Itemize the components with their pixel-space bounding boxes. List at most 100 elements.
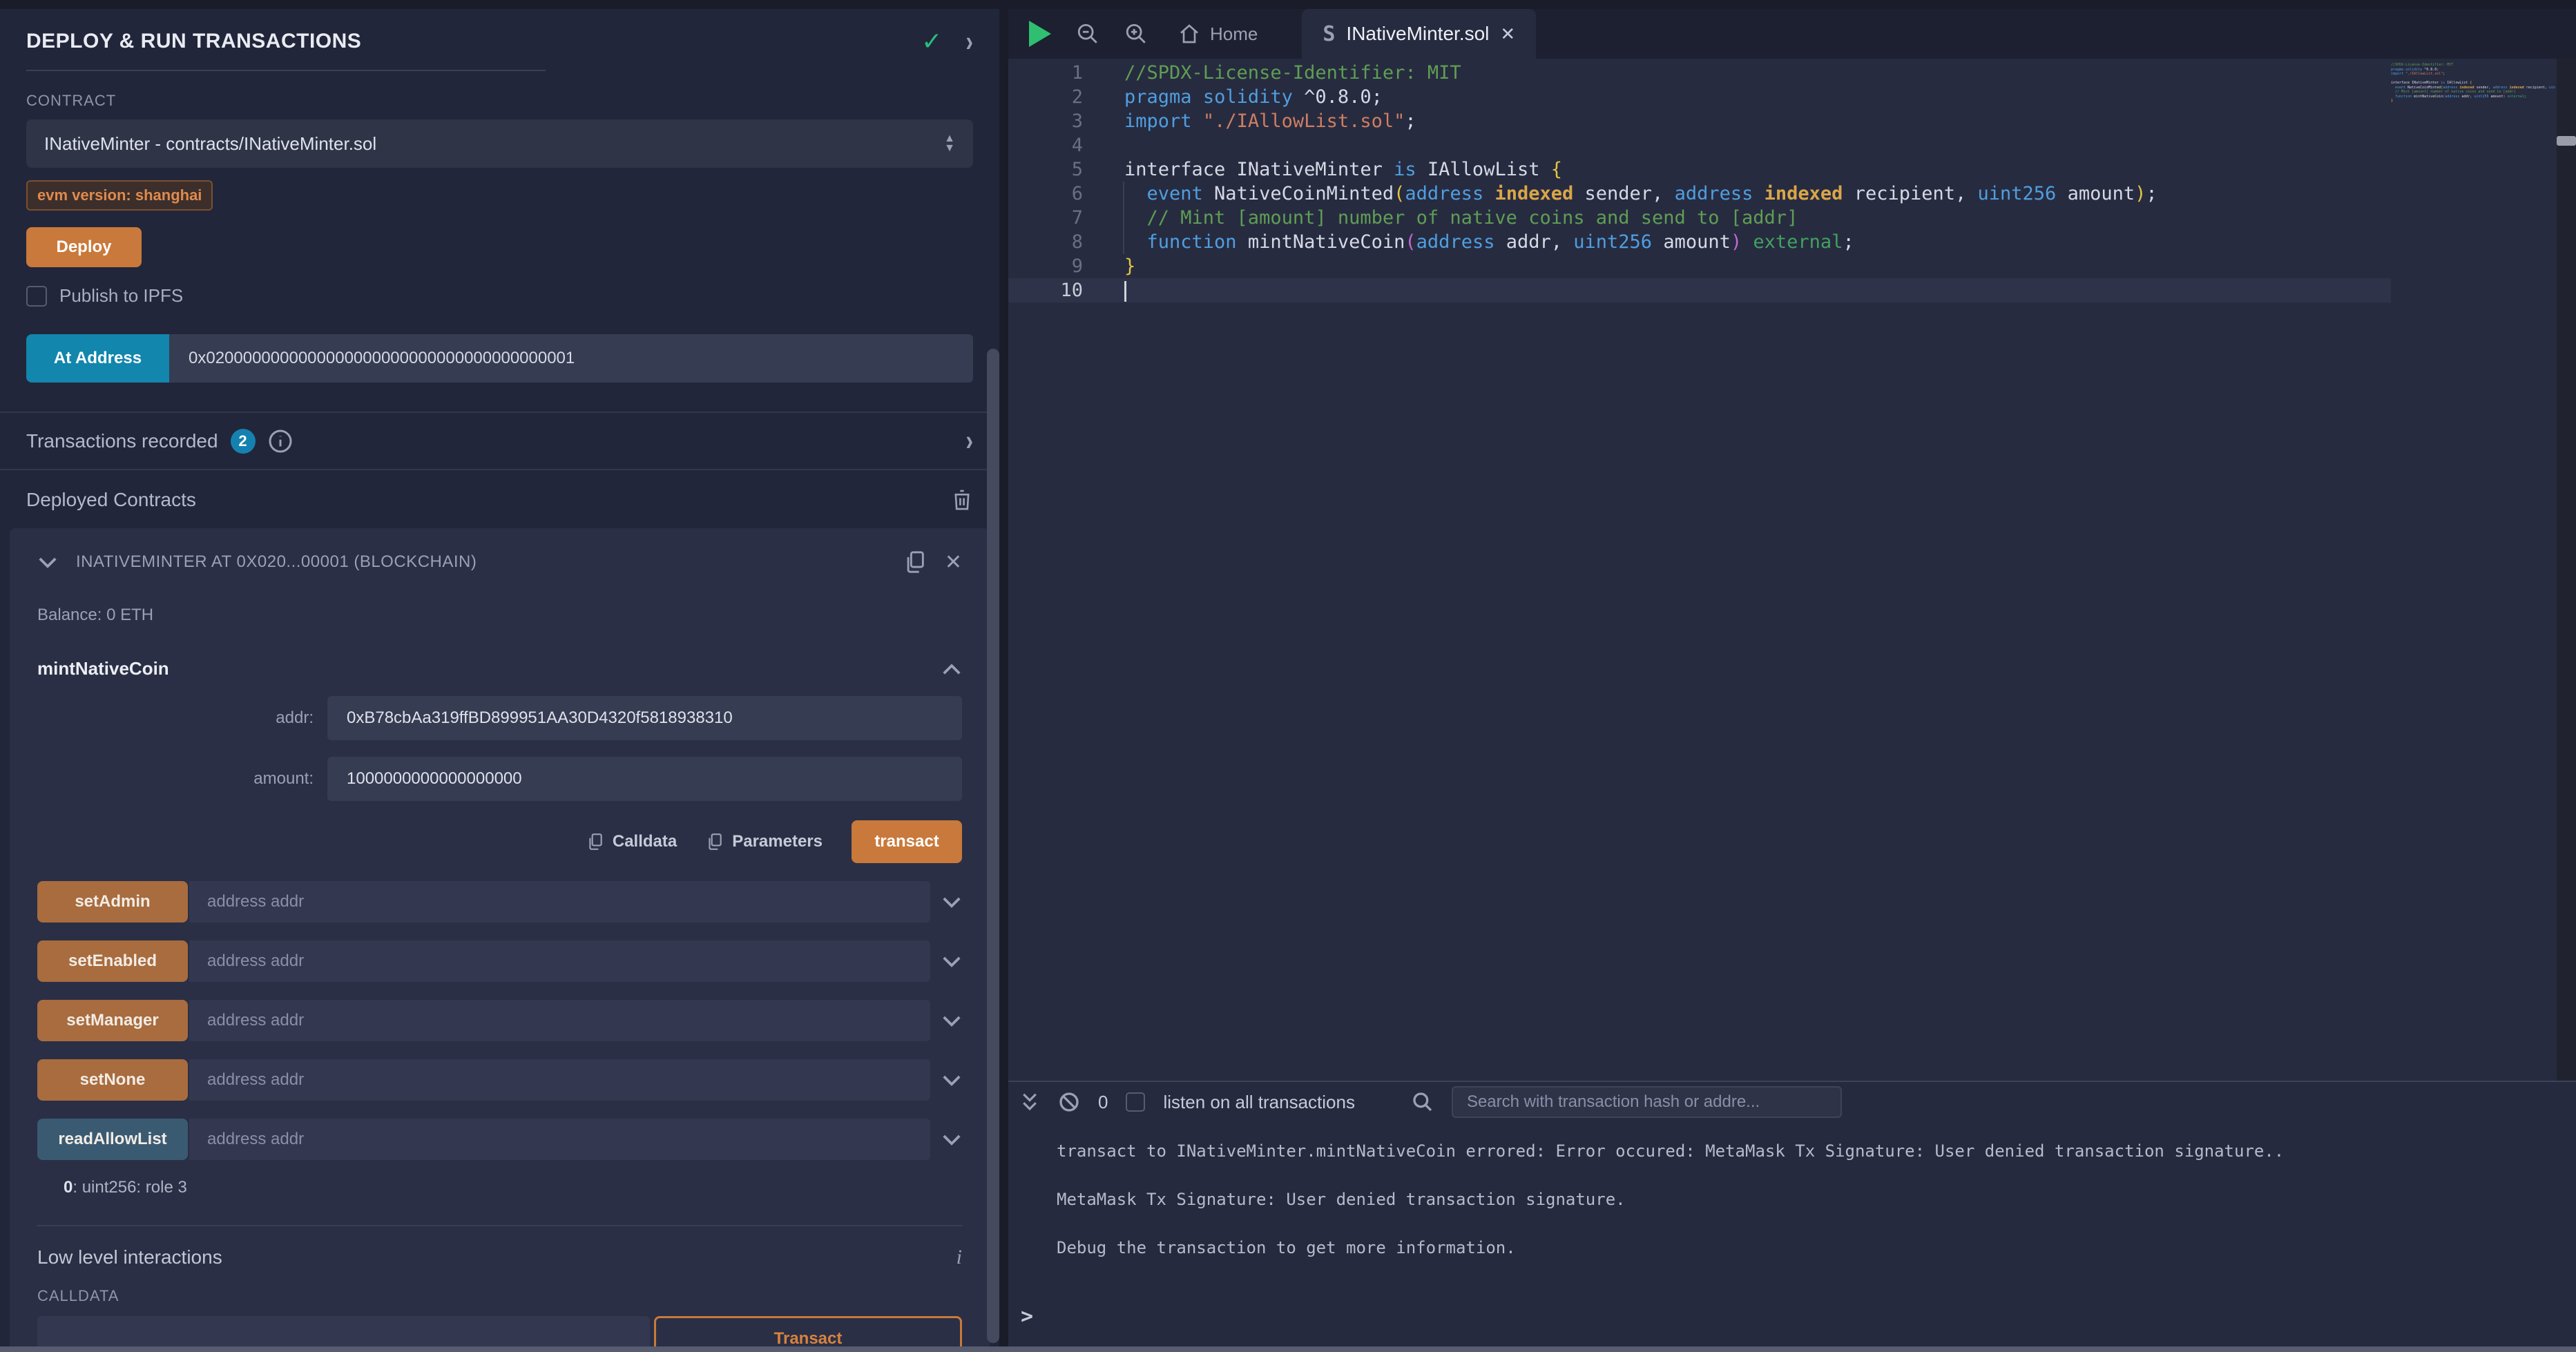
- transactions-recorded-label: Transactions recorded: [26, 430, 218, 452]
- zoom-in-icon[interactable]: [1124, 22, 1148, 46]
- zoom-out-icon[interactable]: [1076, 22, 1099, 46]
- setenabled-button[interactable]: setEnabled: [37, 940, 188, 982]
- publish-ipfs-checkbox[interactable]: [26, 286, 47, 307]
- pending-tx-count: 0: [1098, 1092, 1108, 1113]
- deploy-button[interactable]: Deploy: [26, 227, 142, 267]
- chevron-down-icon[interactable]: [941, 1073, 962, 1087]
- tab-inativeminter[interactable]: S INativeMinter.sol ✕: [1302, 9, 1536, 59]
- parameters-copy-button[interactable]: Parameters: [706, 831, 823, 852]
- terminal-message: Debug the transaction to get more inform…: [1057, 1238, 2576, 1257]
- readallowlist-button[interactable]: readAllowList: [37, 1119, 188, 1160]
- amount-field-input[interactable]: [327, 757, 962, 801]
- calldata-label: CALLDATA: [37, 1287, 962, 1305]
- function-row-setmanager: setManager: [37, 1000, 962, 1041]
- line-number: 1: [1008, 61, 1083, 85]
- publish-ipfs-label: Publish to IPFS: [59, 285, 183, 307]
- code-area[interactable]: 1//SPDX-License-Identifier: MIT2pragma s…: [1008, 59, 2576, 1081]
- active-tab-label: INativeMinter.sol: [1346, 23, 1489, 45]
- setnone-button[interactable]: setNone: [37, 1059, 188, 1101]
- close-tab-icon[interactable]: ✕: [1500, 23, 1515, 45]
- trash-icon[interactable]: [951, 488, 973, 512]
- line-number: 10: [1008, 278, 1083, 302]
- calldata-copy-label: Calldata: [613, 832, 677, 851]
- function-row-setadmin: setAdmin: [37, 881, 962, 923]
- select-arrows-icon: ▲▼: [944, 134, 955, 153]
- editor-tabbar: Home S INativeMinter.sol ✕: [1008, 9, 2576, 59]
- code-line-1: 1//SPDX-License-Identifier: MIT: [1008, 61, 2576, 85]
- copy-icon[interactable]: [903, 549, 927, 575]
- chevron-down-icon[interactable]: [941, 954, 962, 968]
- transactions-count-badge: 2: [231, 429, 256, 454]
- code-line-4: 4: [1008, 133, 2576, 157]
- setmanager-button[interactable]: setManager: [37, 1000, 188, 1041]
- title-underline: [26, 70, 546, 71]
- minimap[interactable]: //SPDX-License-Identifier: MITpragma sol…: [2391, 63, 2555, 108]
- deployed-contract-card: INATIVEMINTER AT 0X020...00001 (BLOCKCHA…: [10, 528, 990, 1346]
- panel-title: DEPLOY & RUN TRANSACTIONS: [26, 30, 921, 53]
- code-line-2: 2pragma solidity ^0.8.0;: [1008, 85, 2576, 109]
- chevron-down-icon[interactable]: [941, 895, 962, 909]
- indent-guide: [1123, 182, 1124, 254]
- info-icon[interactable]: i: [957, 1246, 962, 1269]
- addr-field-input[interactable]: [327, 696, 962, 740]
- code-lines: 1//SPDX-License-Identifier: MIT2pragma s…: [1008, 59, 2576, 302]
- setenabled-input[interactable]: [189, 940, 930, 982]
- at-address-button[interactable]: At Address: [26, 334, 169, 383]
- function-row-readallowlist: readAllowList: [37, 1119, 962, 1160]
- code-line-6: 6 event NativeCoinMinted(address indexed…: [1008, 182, 2576, 206]
- search-icon: [1412, 1091, 1434, 1113]
- line-number: 4: [1008, 133, 1083, 157]
- function-name: mintNativeCoin: [37, 658, 169, 679]
- setadmin-input[interactable]: [189, 881, 930, 923]
- listen-transactions-label: listen on all transactions: [1163, 1092, 1354, 1113]
- low-level-calldata-input[interactable]: [37, 1316, 650, 1346]
- divider: [37, 1225, 962, 1226]
- code-line-5: 5interface INativeMinter is IAllowList {: [1008, 157, 2576, 182]
- chevron-down-icon[interactable]: [37, 555, 58, 569]
- tab-home[interactable]: Home: [1178, 23, 1258, 45]
- run-script-icon[interactable]: [1029, 21, 1051, 47]
- clear-console-icon[interactable]: [1058, 1091, 1080, 1113]
- bottom-scrollbar[interactable]: [0, 1346, 2576, 1352]
- evm-version-badge: evm version: shanghai: [26, 180, 213, 211]
- code-line-3: 3import "./IAllowList.sol";: [1008, 109, 2576, 133]
- setadmin-button[interactable]: setAdmin: [37, 881, 188, 923]
- terminal-message: transact to INativeMinter.mintNativeCoin…: [1057, 1141, 2576, 1161]
- panel-scrollbar[interactable]: [987, 349, 999, 1343]
- contract-select[interactable]: INativeMinter - contracts/INativeMinter.…: [26, 119, 973, 168]
- at-address-input[interactable]: [169, 334, 973, 383]
- line-number: 6: [1008, 182, 1083, 206]
- contract-select-value: INativeMinter - contracts/INativeMinter.…: [44, 133, 944, 155]
- low-level-title: Low level interactions: [37, 1246, 957, 1268]
- calldata-copy-button[interactable]: Calldata: [586, 831, 677, 852]
- setmanager-input[interactable]: [189, 1000, 930, 1041]
- collapse-terminal-icon[interactable]: [1019, 1090, 1040, 1114]
- info-icon[interactable]: [268, 429, 293, 454]
- terminal-prompt[interactable]: >: [1021, 1304, 1033, 1329]
- code-line-9: 9}: [1008, 254, 2576, 278]
- transactions-expand-icon[interactable]: ›: [965, 424, 973, 457]
- line-number: 9: [1008, 254, 1083, 278]
- minimap-line: [2391, 104, 2555, 108]
- listen-transactions-checkbox[interactable]: [1126, 1092, 1145, 1112]
- close-instance-icon[interactable]: ✕: [945, 550, 962, 574]
- code-line-7: 7 // Mint [amount] number of native coin…: [1008, 206, 2576, 230]
- chevron-right-icon[interactable]: ›: [965, 25, 973, 58]
- function-rows: setAdmin setEnabled setManager setNone readA…: [37, 881, 962, 1160]
- contract-label: CONTRACT: [26, 92, 973, 110]
- chevron-down-icon[interactable]: [941, 1014, 962, 1027]
- function-row-setnone: setNone: [37, 1059, 962, 1101]
- chevron-down-icon[interactable]: [941, 1132, 962, 1146]
- terminal-search-input[interactable]: [1452, 1086, 1842, 1118]
- low-level-transact-button[interactable]: Transact: [654, 1316, 962, 1346]
- scroll-indicator: [2557, 136, 2576, 146]
- transact-button[interactable]: transact: [852, 820, 962, 863]
- editor-scroll-gutter[interactable]: [2557, 59, 2576, 1081]
- chevron-up-icon[interactable]: [941, 662, 962, 676]
- setnone-input[interactable]: [189, 1059, 930, 1101]
- result-value: : uint256: role 3: [73, 1178, 186, 1197]
- line-number: 2: [1008, 85, 1083, 109]
- result-index: 0: [64, 1178, 73, 1197]
- balance-label: Balance: 0 ETH: [37, 606, 962, 625]
- readallowlist-input[interactable]: [189, 1119, 930, 1160]
